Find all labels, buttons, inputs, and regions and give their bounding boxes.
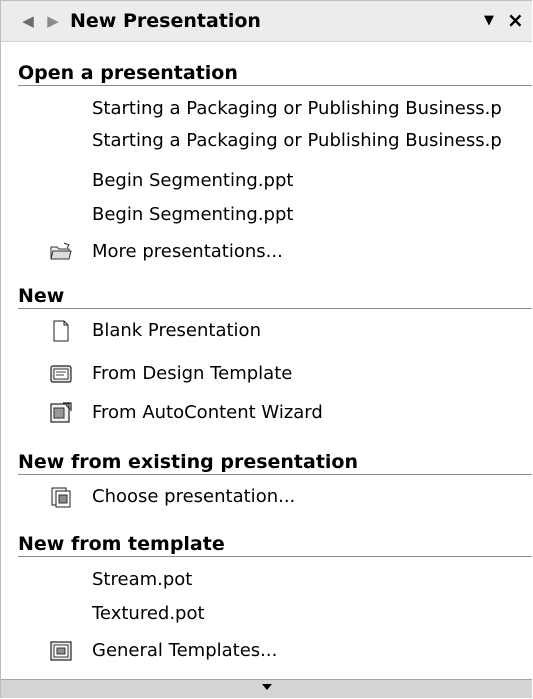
- autocontent-wizard-label: From AutoContent Wizard: [92, 402, 323, 423]
- more-presentations-link[interactable]: More presentations...: [1, 235, 532, 269]
- section-divider: [18, 474, 532, 475]
- section-new-title: New: [18, 285, 65, 307]
- scroll-down-arrow-icon: [261, 684, 272, 690]
- scroll-down-button[interactable]: [1, 679, 532, 698]
- back-arrow-icon[interactable]: ◀: [19, 13, 37, 29]
- forward-arrow-icon[interactable]: ▶: [44, 13, 62, 29]
- section-open-title: Open a presentation: [18, 62, 238, 84]
- autocontent-wizard-icon: [49, 401, 73, 425]
- template-stream-link[interactable]: Stream.pot: [1, 563, 532, 597]
- recent-file-label: Begin Segmenting.ppt: [92, 204, 294, 225]
- section-divider: [18, 308, 532, 309]
- blank-presentation-label: Blank Presentation: [92, 320, 261, 341]
- choose-presentation-link[interactable]: Choose presentation...: [1, 480, 532, 514]
- blank-document-icon: [49, 319, 73, 343]
- pane-title: New Presentation: [70, 10, 261, 32]
- recent-file-label: Begin Segmenting.ppt: [92, 170, 294, 191]
- recent-file-label: Starting a Packaging or Publishing Busin…: [92, 98, 502, 119]
- template-textured-link[interactable]: Textured.pot: [1, 597, 532, 631]
- general-templates-icon: [49, 639, 73, 663]
- template-label: Stream.pot: [92, 569, 193, 590]
- section-template-title: New from template: [18, 533, 225, 555]
- autocontent-wizard-link[interactable]: From AutoContent Wizard: [1, 396, 532, 430]
- design-template-label: From Design Template: [92, 363, 293, 384]
- general-templates-link[interactable]: General Templates...: [1, 634, 532, 668]
- section-divider: [18, 556, 532, 557]
- choose-presentation-label: Choose presentation...: [92, 486, 296, 507]
- recent-file-1[interactable]: Starting a Packaging or Publishing Busin…: [1, 92, 532, 126]
- task-pane-titlebar: ◀ ▶ New Presentation ▼ ×: [1, 1, 532, 42]
- recent-file-4[interactable]: Begin Segmenting.ppt: [1, 198, 532, 232]
- recent-file-3[interactable]: Begin Segmenting.ppt: [1, 164, 532, 198]
- open-folder-icon: [49, 240, 73, 264]
- dropdown-triangle-icon[interactable]: ▼: [484, 10, 494, 32]
- recent-file-2[interactable]: Starting a Packaging or Publishing Busin…: [1, 124, 532, 158]
- section-divider: [18, 85, 532, 86]
- design-template-icon: [49, 362, 73, 386]
- design-template-link[interactable]: From Design Template: [1, 357, 532, 391]
- template-label: Textured.pot: [92, 603, 205, 624]
- blank-presentation-link[interactable]: Blank Presentation: [1, 314, 532, 348]
- general-templates-label: General Templates...: [92, 640, 278, 661]
- choose-presentation-icon: [49, 485, 73, 509]
- section-existing-title: New from existing presentation: [18, 451, 359, 473]
- task-pane: ◀ ▶ New Presentation ▼ × Open a presenta…: [0, 0, 532, 698]
- more-presentations-label: More presentations...: [92, 241, 283, 262]
- close-button[interactable]: ×: [507, 8, 524, 32]
- recent-file-label: Starting a Packaging or Publishing Busin…: [92, 130, 502, 151]
